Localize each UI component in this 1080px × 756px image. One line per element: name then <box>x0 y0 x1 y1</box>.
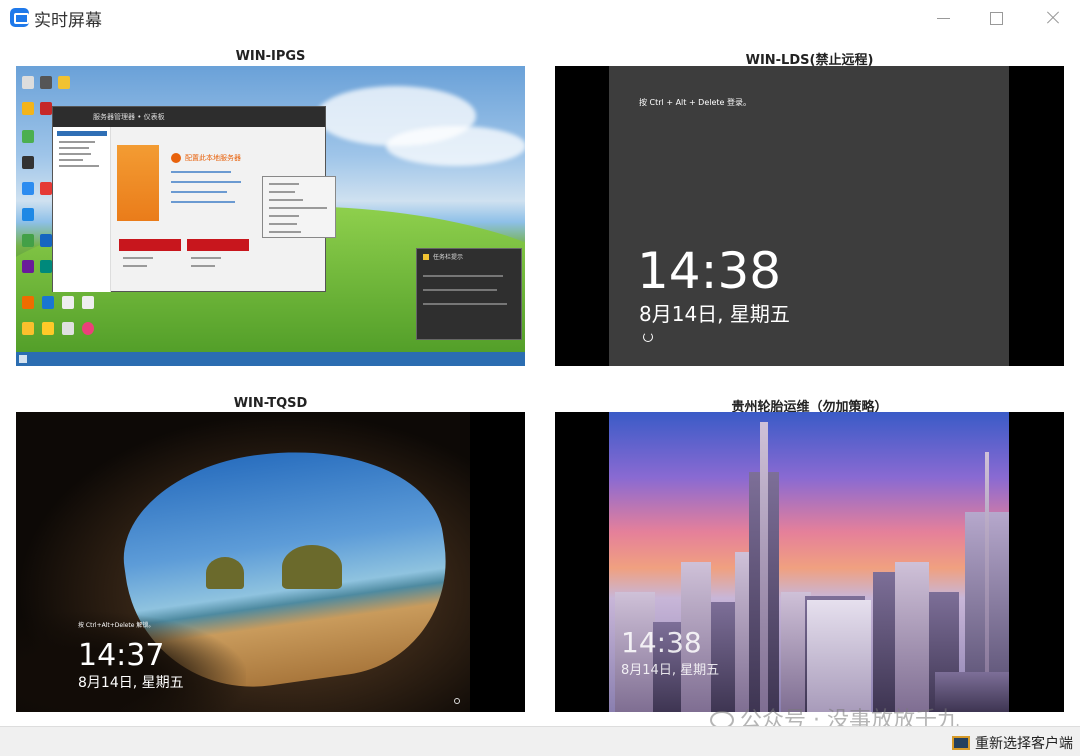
lock-date: 8月14日, 星期五 <box>78 675 184 691</box>
title-bar: 实时屏幕 <box>0 0 1080 36</box>
desktop-icon[interactable] <box>22 182 34 195</box>
reselect-client-label: 重新选择客户端 <box>975 736 1073 752</box>
desktop-icon[interactable] <box>40 102 52 115</box>
accessibility-icon[interactable] <box>643 332 653 342</box>
desktop-icon[interactable] <box>40 76 52 89</box>
desktop-icon[interactable] <box>22 156 34 169</box>
desktop-icon[interactable] <box>58 76 70 89</box>
close-button[interactable] <box>1033 4 1073 32</box>
app-monitor-icon <box>10 8 29 27</box>
desktop-icon[interactable] <box>22 322 34 335</box>
reselect-client-button[interactable]: 重新选择客户端 <box>952 733 1073 753</box>
sea-rock <box>206 557 244 589</box>
quick-start-tile <box>117 145 159 221</box>
lock-time: 14:38 <box>621 626 702 659</box>
notification-title: 任务栏提示 <box>433 254 464 261</box>
lock-time: 14:37 <box>78 638 165 673</box>
server-manager-breadcrumb: 服务器管理器 • 仪表板 <box>93 113 165 121</box>
desktop-icon[interactable] <box>22 76 34 89</box>
panel-title-win-ipgs: WIN-IPGS <box>235 49 306 64</box>
lock-date: 8月14日, 星期五 <box>621 663 720 678</box>
screen-win-lds[interactable]: 按 Ctrl + Alt + Delete 登录。 14:38 8月14日, 星… <box>555 66 1064 366</box>
context-menu[interactable] <box>262 176 336 238</box>
start-icon[interactable] <box>19 355 27 363</box>
window-title: 实时屏幕 <box>34 11 102 31</box>
windows-taskbar[interactable] <box>16 352 525 366</box>
server-manager-header: 服务器管理器 • 仪表板 <box>53 107 325 127</box>
step-number-icon <box>171 153 181 163</box>
lock-date: 8月14日, 星期五 <box>639 302 790 326</box>
desktop-icon[interactable] <box>22 260 34 273</box>
desktop-icon[interactable] <box>82 322 94 335</box>
monitor-icon <box>952 736 970 750</box>
lock-time: 14:38 <box>637 242 782 300</box>
screen-win-tqsd[interactable]: 按 Ctrl+Alt+Delete 解锁。 14:37 8月14日, 星期五 <box>16 412 525 712</box>
desktop-icon[interactable] <box>22 296 34 309</box>
desktop-icon[interactable] <box>40 182 52 195</box>
sea-rock <box>282 545 342 589</box>
screen-win-ipgs[interactable]: 服务器管理器 • 仪表板 配置此本地服务器 任务栏提示 <box>16 66 525 366</box>
desktop-icon[interactable] <box>22 102 34 115</box>
role-tile-red <box>119 239 181 251</box>
desktop-icon[interactable] <box>62 296 74 309</box>
server-manager-sidebar <box>53 127 111 292</box>
maximize-button[interactable] <box>977 4 1017 32</box>
screen-guizhou-tire[interactable]: 14:38 8月14日, 星期五 <box>555 412 1064 712</box>
desktop-icon[interactable] <box>62 322 74 335</box>
bottom-bar: 重新选择客户端 <box>0 726 1080 756</box>
login-prompt: 按 Ctrl + Alt + Delete 登录。 <box>639 98 752 107</box>
desktop-icon[interactable] <box>22 234 34 247</box>
desktop-icon[interactable] <box>82 296 94 309</box>
warning-icon <box>423 254 429 260</box>
desktop-icon[interactable] <box>42 296 54 309</box>
unlock-prompt: 按 Ctrl+Alt+Delete 解锁。 <box>78 622 155 629</box>
role-tile-red <box>187 239 249 251</box>
desktop-icon[interactable] <box>42 322 54 335</box>
desktop-icon[interactable] <box>40 260 52 273</box>
network-icon[interactable] <box>454 698 460 704</box>
desktop-icon[interactable] <box>40 234 52 247</box>
panel-title-win-tqsd: WIN-TQSD <box>233 396 308 411</box>
desktop-icon[interactable] <box>22 208 34 221</box>
server-manager-banner: 配置此本地服务器 <box>185 154 241 162</box>
minimize-button[interactable] <box>925 4 965 32</box>
chrome-icon[interactable] <box>22 130 34 143</box>
notification-popup[interactable]: 任务栏提示 <box>416 248 522 340</box>
